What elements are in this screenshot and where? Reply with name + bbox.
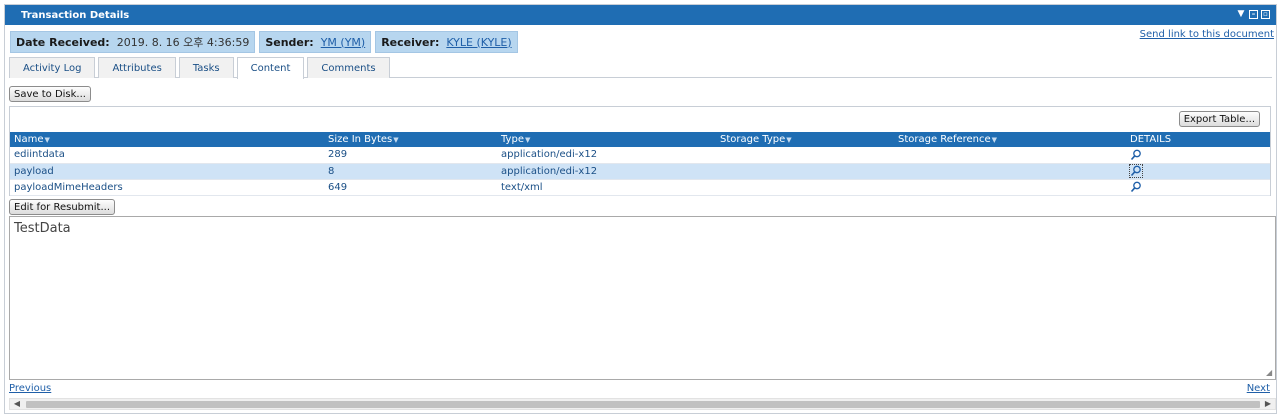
receiver-label: Receiver:: [381, 35, 440, 49]
content-table-container: Export Table... Name▼ Size In Bytes▼ Typ…: [9, 106, 1271, 196]
col-type-header[interactable]: Type▼: [497, 132, 716, 147]
scrollbar-thumb[interactable]: [26, 401, 1260, 408]
tab-bar: Activity Log Attributes Tasks Content Co…: [9, 57, 1272, 79]
title-controls: ▼ – ▫: [1236, 9, 1270, 20]
maximize-icon[interactable]: ▫: [1261, 10, 1270, 19]
magnifier-icon[interactable]: [1129, 164, 1143, 178]
content-table: Name▼ Size In Bytes▼ Type▼ Storage Type▼…: [10, 132, 1270, 196]
sort-icon: ▼: [991, 136, 998, 144]
cell-storage-type: [716, 179, 894, 196]
col-storage-reference-header[interactable]: Storage Reference▼: [894, 132, 1126, 147]
edit-for-resubmit-button[interactable]: Edit for Resubmit...: [9, 199, 115, 215]
send-link[interactable]: Send link to this document: [1140, 29, 1274, 40]
table-row[interactable]: ediintdata 289 application/edi-x12: [10, 147, 1270, 164]
cell-size: 649: [324, 179, 497, 196]
next-link[interactable]: Next: [1247, 383, 1270, 394]
sort-icon: ▼: [44, 136, 50, 144]
cell-details: [1126, 163, 1270, 180]
sort-icon: ▼: [393, 136, 399, 144]
cell-type: application/edi-x12: [497, 147, 716, 164]
tab-activity-log[interactable]: Activity Log: [9, 57, 96, 78]
cell-name: payload: [10, 163, 324, 180]
tab-content[interactable]: Content: [236, 57, 305, 79]
resize-grip-icon[interactable]: ◢: [1266, 369, 1274, 377]
cell-type: text/xml: [497, 179, 716, 196]
date-received-cell: Date Received: 2019. 8. 16 오후 4:36:59: [10, 31, 256, 53]
date-received-label: Date Received:: [16, 35, 110, 49]
previous-link[interactable]: Previous: [9, 383, 51, 394]
magnifier-icon[interactable]: [1130, 149, 1142, 161]
receiver-cell: Receiver: KYLE (KYLE): [375, 31, 518, 53]
tab-tasks[interactable]: Tasks: [178, 57, 234, 78]
col-storage-type-header[interactable]: Storage Type▼: [716, 132, 894, 147]
cell-details: [1126, 179, 1270, 196]
save-to-disk-button[interactable]: Save to Disk...: [9, 86, 91, 102]
scroll-right-icon[interactable]: ▶: [1261, 399, 1275, 409]
cell-storage-reference: [894, 147, 1126, 164]
sender-cell: Sender: YM (YM): [259, 31, 372, 53]
panel-title: Transaction Details: [21, 9, 130, 21]
table-row[interactable]: payloadMimeHeaders 649 text/xml: [10, 179, 1270, 196]
info-bar: Date Received: 2019. 8. 16 오후 4:36:59 Se…: [10, 31, 518, 53]
horizontal-scrollbar[interactable]: ◀ ▶: [9, 398, 1276, 410]
table-row[interactable]: payload 8 application/edi-x12: [10, 163, 1270, 180]
export-table-button[interactable]: Export Table...: [1178, 111, 1260, 127]
magnifier-icon[interactable]: [1130, 181, 1142, 193]
scroll-left-icon[interactable]: ◀: [10, 399, 24, 409]
cell-storage-reference: [894, 163, 1126, 180]
cell-type: application/edi-x12: [497, 163, 716, 180]
col-name-header[interactable]: Name▼: [10, 132, 324, 147]
sender-label: Sender:: [265, 35, 314, 49]
sender-link[interactable]: YM (YM): [321, 36, 366, 49]
cell-size: 8: [324, 163, 497, 180]
cell-name: ediintdata: [10, 147, 324, 164]
col-details-header: DETAILS: [1130, 134, 1172, 145]
minimize-icon[interactable]: –: [1249, 10, 1258, 19]
sort-icon: ▼: [786, 136, 792, 144]
tab-comments[interactable]: Comments: [307, 57, 390, 78]
sort-icon: ▼: [524, 136, 531, 144]
cell-storage-type: [716, 147, 894, 164]
panel-titlebar: Transaction Details ▼ – ▫: [5, 5, 1276, 25]
cell-size: 289: [324, 147, 497, 164]
cell-storage-type: [716, 163, 894, 180]
cell-storage-reference: [894, 179, 1126, 196]
cell-name: payloadMimeHeaders: [10, 179, 324, 196]
col-size-header[interactable]: Size In Bytes▼: [324, 132, 497, 147]
receiver-link[interactable]: KYLE (KYLE): [446, 36, 511, 49]
table-header-row: Name▼ Size In Bytes▼ Type▼ Storage Type▼…: [10, 132, 1270, 147]
cell-details: [1126, 147, 1270, 164]
tab-attributes[interactable]: Attributes: [98, 57, 176, 78]
date-received-value: 2019. 8. 16 오후 4:36:59: [116, 36, 250, 49]
collapse-icon[interactable]: ▼: [1236, 9, 1246, 20]
content-text-area[interactable]: [9, 216, 1276, 380]
